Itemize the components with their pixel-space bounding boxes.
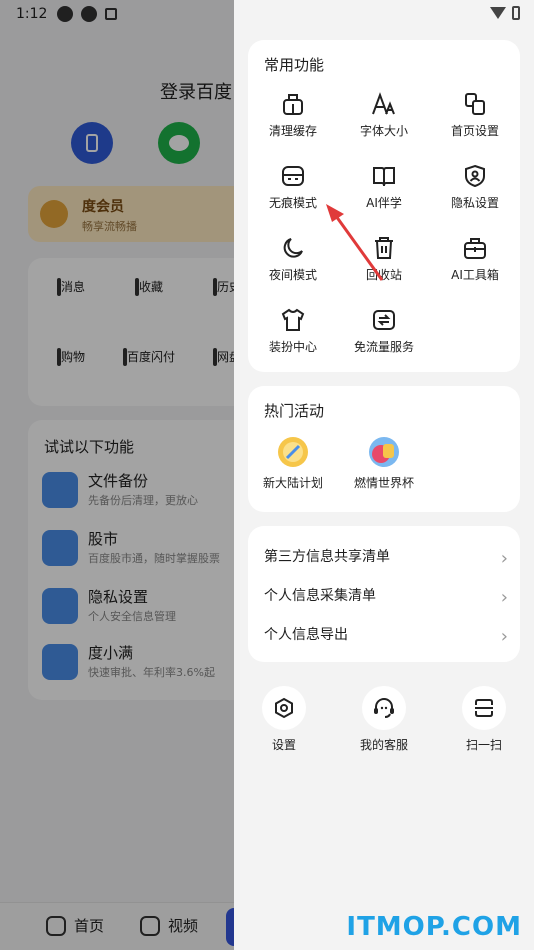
customer-service-circle [362,686,406,730]
book-icon [373,167,395,187]
function-home-settings[interactable]: 首页设置 [430,92,520,139]
function-label: 免流量服务 [353,340,414,354]
common-functions-title: 常用功能 [264,56,325,74]
drawer-status-icons [490,6,520,20]
incognito-icon [282,166,304,186]
settings-icon [275,697,293,719]
scan-icon [475,699,493,717]
function-dressup-center[interactable]: 装扮中心 [248,308,338,355]
info-list-card: 第三方信息共享清单 › 个人信息采集清单 › 个人信息导出 › [248,526,520,662]
function-label: 装扮中心 [268,340,317,354]
function-clean-cache[interactable]: 清理缓存 [248,92,338,139]
activity-new-continent[interactable]: 新大陆计划 [248,436,338,491]
clean-cache-icon [283,94,303,115]
function-label: AI伴学 [366,196,402,210]
new-continent-icon [278,437,308,467]
customer-service-button[interactable]: 我的客服 [349,686,419,753]
settings-button[interactable]: 设置 [249,686,319,753]
function-recycle-bin[interactable]: 回收站 [339,236,429,283]
toolbox-icon [464,238,486,259]
scan-button[interactable]: 扫一扫 [449,686,519,753]
chevron-right-icon: › [500,626,508,647]
function-label: 清理缓存 [268,124,317,138]
watermark: ITMOP.COM [346,912,522,942]
chevron-right-icon: › [500,548,508,569]
function-font-size[interactable]: 字体大小 [339,92,429,139]
trash-icon [375,237,393,259]
home-settings-icon [465,93,485,115]
function-night-mode[interactable]: 夜间模式 [248,236,338,283]
settings-label: 设置 [271,738,296,752]
function-label: 夜间模式 [268,268,317,282]
privacy-shield-icon [465,164,485,188]
function-ai-study[interactable]: AI伴学 [339,164,429,211]
row-personal-info-export[interactable]: 个人信息导出 › [264,624,508,654]
battery-icon [512,6,520,20]
scan-label: 扫一扫 [465,738,502,752]
common-functions-card: 常用功能 清理缓存 字体大小 首页设置 无痕模式 AI伴学 隐私设置 夜间模式 [248,40,520,372]
activity-label: 新大陆计划 [262,476,323,490]
function-privacy[interactable]: 隐私设置 [430,164,520,211]
data-free-icon [373,310,395,330]
settings-circle [262,686,306,730]
chevron-right-icon: › [500,587,508,608]
function-ai-toolbox[interactable]: AI工具箱 [430,236,520,283]
moon-icon [283,238,303,258]
function-label: AI工具箱 [451,268,499,282]
row-third-party-sharing[interactable]: 第三方信息共享清单 › [264,546,508,576]
row-personal-info-collection[interactable]: 个人信息采集清单 › [264,585,508,615]
row-label: 第三方信息共享清单 [264,549,390,565]
side-drawer: 常用功能 清理缓存 字体大小 首页设置 无痕模式 AI伴学 隐私设置 夜间模式 [234,0,534,950]
function-label: 隐私设置 [450,196,499,210]
row-label: 个人信息导出 [264,627,348,643]
activity-world-cup[interactable]: 燃情世界杯 [339,436,429,491]
headset-icon [374,698,394,718]
tshirt-icon [281,308,305,331]
world-cup-icon [369,437,399,467]
function-data-free[interactable]: 免流量服务 [339,308,429,355]
hot-activities-title: 热门活动 [264,402,325,420]
function-label: 字体大小 [359,124,408,138]
activity-label: 燃情世界杯 [353,476,414,490]
wifi-icon [490,7,506,19]
function-label: 首页设置 [450,124,499,138]
function-incognito[interactable]: 无痕模式 [248,164,338,211]
function-label: 无痕模式 [268,196,317,210]
hot-activities-card: 热门活动 新大陆计划 燃情世界杯 [248,386,520,512]
row-label: 个人信息采集清单 [264,588,376,604]
font-size-icon [372,92,395,115]
customer-service-label: 我的客服 [359,738,408,752]
function-label: 回收站 [365,268,402,282]
scan-circle [462,686,506,730]
